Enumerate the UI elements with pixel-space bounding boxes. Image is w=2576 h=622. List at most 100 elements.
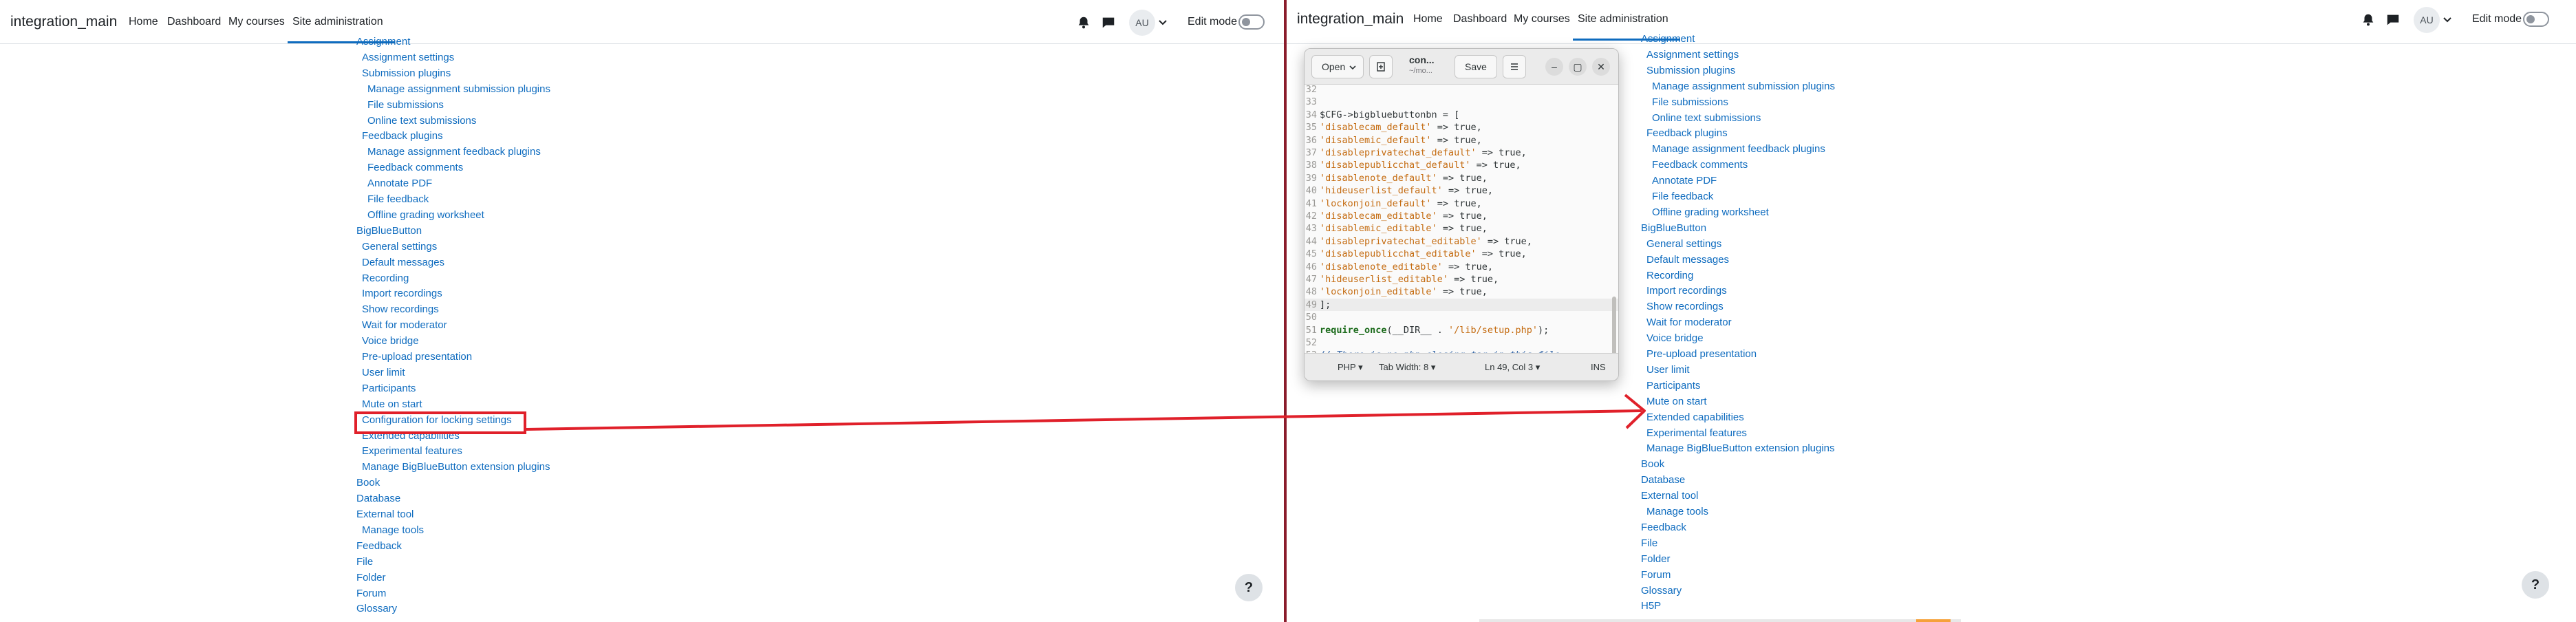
code-token: => true, (1442, 261, 1493, 272)
code-token: => true, (1431, 122, 1482, 133)
code-line[interactable]: 35'disablecam_default' => true, (1305, 121, 1618, 133)
maximize-button[interactable]: ▢ (1569, 58, 1587, 76)
code-token: 'disablenote_default' (1320, 172, 1437, 184)
annotation-arrow (526, 394, 1646, 431)
code-token: 'lockonjoin_editable' (1320, 286, 1437, 298)
new-tab-button[interactable] (1369, 55, 1393, 78)
code-line[interactable]: 40'hideuserlist_default' => true, (1305, 184, 1618, 197)
cursor-position[interactable]: Ln 49, Col 3 ▾ (1485, 362, 1540, 373)
code-token: 'disablenote_editable' (1320, 261, 1443, 272)
code-line[interactable]: 44'disableprivatechat_editable' => true, (1305, 235, 1618, 248)
line-number: 44 (1305, 235, 1317, 247)
code-token: 'disableprivatechat_editable' (1320, 235, 1482, 247)
editor-headerbar: Open con... ~/mo... Save – ▢ ✕ (1305, 49, 1618, 85)
code-token: => true, (1476, 248, 1527, 260)
line-number: 34 (1305, 109, 1317, 120)
code-token: 'disablemic_default' (1320, 134, 1432, 146)
code-token: $CFG->bigbluebuttonbn = [ (1320, 109, 1460, 120)
bottom-strip (1479, 619, 1961, 622)
line-number: 50 (1305, 312, 1317, 323)
save-button[interactable]: Save (1455, 55, 1497, 78)
code-line[interactable]: 34 $CFG->bigbluebuttonbn = [ (1305, 109, 1618, 121)
code-line[interactable]: 48'lockonjoin_editable' => true, (1305, 286, 1618, 298)
document-path: ~/mo... (1409, 67, 1432, 75)
code-token: 'disablepublicchat_default' (1320, 160, 1471, 171)
code-line[interactable]: 46'disablenote_editable' => true, (1305, 261, 1618, 273)
code-token: 'disablecam_editable' (1320, 211, 1437, 222)
code-line[interactable]: 38'disablepublicchat_default' => true, (1305, 159, 1618, 171)
line-number: 42 (1305, 211, 1317, 222)
code-view[interactable]: 32 33 34 $CFG->bigbluebuttonbn = [35'disabl… (1305, 83, 1618, 361)
line-number: 49 (1305, 299, 1317, 310)
chevron-down-icon (1349, 65, 1356, 70)
code-line[interactable]: 39'disablenote_default' => true, (1305, 172, 1618, 184)
line-number: 33 (1305, 96, 1317, 108)
code-token: 'hideuserlist_default' (1320, 185, 1443, 197)
line-number: 46 (1305, 261, 1317, 272)
line-number: 47 (1305, 274, 1317, 285)
line-number: 32 (1305, 84, 1317, 95)
minimize-button[interactable]: – (1545, 58, 1563, 76)
language-selector[interactable]: PHP ▾ (1338, 362, 1363, 373)
open-label: Open (1322, 61, 1346, 72)
line-number: 40 (1305, 185, 1317, 197)
code-line[interactable]: 36'disablemic_default' => true, (1305, 134, 1618, 147)
code-token: => true, (1431, 134, 1482, 146)
code-line[interactable]: 32 (1305, 83, 1618, 96)
code-line[interactable]: 47'hideuserlist_editable' => true, (1305, 273, 1618, 286)
code-token: => true, (1431, 197, 1482, 209)
code-token: require_once (1320, 324, 1387, 336)
line-number: 36 (1305, 134, 1317, 146)
code-line[interactable]: 51 require_once(__DIR__ . '/lib/setup.php… (1305, 324, 1618, 336)
code-token: '/lib/setup.php' (1448, 324, 1538, 336)
code-token: 'disablemic_editable' (1320, 223, 1437, 235)
code-token: => true, (1437, 172, 1488, 184)
code-token: (__DIR__ . (1386, 324, 1448, 336)
code-token: => true, (1476, 147, 1527, 158)
line-number: 38 (1305, 160, 1317, 171)
code-line[interactable]: 50 (1305, 311, 1618, 323)
line-number: 45 (1305, 248, 1317, 260)
code-line[interactable]: 52 (1305, 336, 1618, 349)
tab-width-selector[interactable]: Tab Width: 8 ▾ (1379, 362, 1435, 373)
code-token: => true, (1437, 286, 1488, 298)
code-line[interactable]: 43'disablemic_editable' => true, (1305, 222, 1618, 235)
code-token: 'disablepublicchat_editable' (1320, 248, 1477, 260)
main-menu-button[interactable] (1503, 55, 1526, 78)
line-number: 35 (1305, 122, 1317, 133)
code-line[interactable]: 45'disablepublicchat_editable' => true, (1305, 248, 1618, 260)
code-line[interactable]: 49]; (1305, 298, 1618, 312)
code-token: ); (1538, 324, 1549, 336)
code-line[interactable]: 37'disableprivatechat_default' => true, (1305, 147, 1618, 159)
code-token: ]; (1320, 299, 1331, 310)
line-number: 51 (1305, 324, 1317, 336)
line-number: 37 (1305, 147, 1317, 158)
close-button[interactable]: ✕ (1592, 58, 1610, 76)
code-token: => true, (1481, 235, 1532, 247)
line-number: 52 (1305, 337, 1317, 348)
code-token: 'disableprivatechat_default' (1320, 147, 1477, 158)
editor-statusbar: PHP ▾ Tab Width: 8 ▾ Ln 49, Col 3 ▾ INS (1305, 353, 1618, 380)
bottom-strip-accent (1916, 619, 1951, 622)
code-token: 'hideuserlist_editable' (1320, 274, 1448, 285)
text-editor-window[interactable]: Open con... ~/mo... Save – ▢ ✕ 32 33 34 $CF… (1304, 48, 1619, 381)
code-token: => true, (1470, 160, 1521, 171)
document-title: con... (1409, 54, 1435, 65)
hamburger-menu-icon (1511, 63, 1518, 70)
line-number: 48 (1305, 286, 1317, 298)
new-document-icon (1377, 62, 1385, 72)
line-number: 41 (1305, 197, 1317, 209)
code-line[interactable]: 33 (1305, 96, 1618, 108)
line-number: 39 (1305, 172, 1317, 184)
code-token: 'lockonjoin_default' (1320, 197, 1432, 209)
code-line[interactable]: 42'disablecam_editable' => true, (1305, 210, 1618, 222)
code-token: => true, (1437, 211, 1488, 222)
code-token: => true, (1448, 274, 1499, 285)
code-token: 'disablecam_default' (1320, 122, 1432, 133)
code-line[interactable]: 41'lockonjoin_default' => true, (1305, 197, 1618, 210)
line-number: 43 (1305, 223, 1317, 235)
code-token: => true, (1442, 185, 1493, 197)
insert-mode-indicator: INS (1591, 362, 1606, 372)
open-button[interactable]: Open (1311, 55, 1364, 78)
code-token: => true, (1437, 223, 1488, 235)
